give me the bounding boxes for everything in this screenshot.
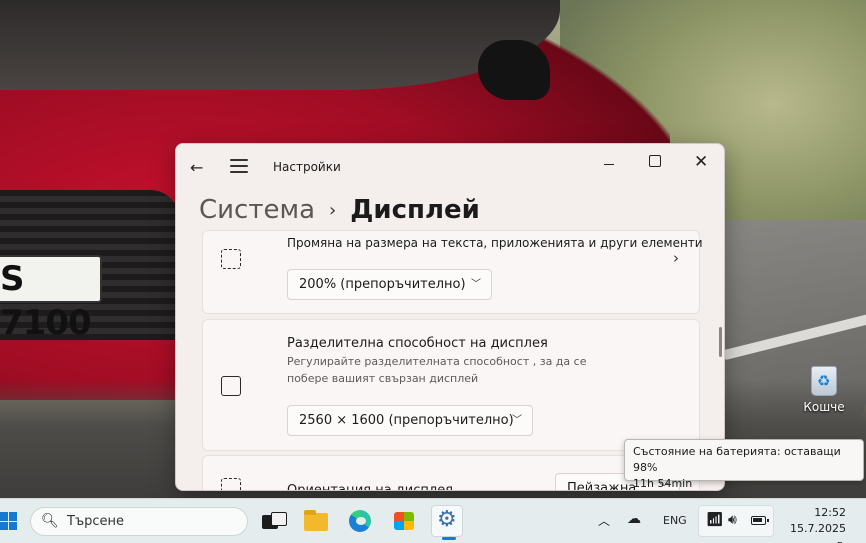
wifi-icon: 📶︎ — [706, 512, 724, 528]
scale-card[interactable]: Промяна на размера на текста, приложения… — [202, 230, 703, 314]
battery-icon — [751, 516, 769, 525]
taskbar: 🔍︎ Търсене ︿ ☁ ENG 📶︎ 🔊︎ 12:52 15.7.2025… — [0, 498, 866, 543]
battery-tooltip-line1: Състояние на батерията: оставащи 98% — [633, 445, 841, 474]
recycle-bin-icon — [811, 366, 837, 396]
breadcrumb-separator-icon: › — [329, 199, 337, 221]
chevron-down-icon: ﹀ — [512, 415, 522, 426]
window-title: Настройки — [273, 160, 341, 174]
back-arrow-icon[interactable]: ← — [190, 158, 210, 178]
resolution-card: Разделителна способност на дисплея Регул… — [202, 319, 700, 451]
orientation-card-title: Ориентация на дисплея — [287, 483, 454, 491]
scrollbar[interactable] — [719, 327, 722, 357]
orientation-dropdown-value: Пейзажна — [567, 481, 637, 491]
edge-browser-icon[interactable] — [344, 505, 376, 537]
minimize-button[interactable] — [602, 157, 618, 173]
windows-start-icon[interactable] — [0, 512, 17, 530]
orientation-icon — [221, 478, 241, 490]
wallpaper-license-plate: S 7100 — [0, 255, 102, 343]
show-hidden-icons-chevron-icon[interactable]: ︿ — [598, 512, 610, 529]
chevron-right-icon[interactable]: › — [673, 249, 679, 267]
settings-app-icon[interactable] — [431, 505, 463, 540]
volume-icon: 🔊︎ — [728, 512, 737, 528]
titlebar: ← Настройки ✕ — [176, 144, 724, 190]
battery-tooltip: Състояние на батерията: оставащи 98% 11h… — [624, 439, 864, 490]
resolution-dropdown[interactable]: 2560 × 1600 (препоръчително) ﹀ — [287, 405, 533, 436]
task-view-icon[interactable] — [257, 505, 289, 537]
taskbar-search[interactable]: 🔍︎ Търсене — [30, 507, 248, 536]
breadcrumb-parent[interactable]: Система — [199, 195, 315, 225]
language-indicator[interactable]: ENG — [663, 514, 687, 527]
resolution-card-description: Регулирайте разделителната способност , … — [287, 355, 587, 385]
search-placeholder: Търсене — [67, 514, 125, 529]
file-explorer-icon[interactable] — [300, 505, 332, 537]
recycle-bin-label: Кошче — [803, 400, 845, 414]
resolution-icon — [221, 376, 241, 396]
quick-settings-button[interactable]: 📶︎ 🔊︎ — [698, 505, 774, 537]
maximize-button[interactable] — [649, 155, 661, 167]
resolution-dropdown-value: 2560 × 1600 (препоръчително) — [299, 413, 514, 428]
recycle-bin[interactable]: Кошче — [800, 366, 848, 414]
wallpaper-car-mirror — [478, 40, 550, 100]
close-button[interactable]: ✕ — [694, 152, 708, 172]
clock-time: 12:52 — [814, 506, 846, 519]
search-icon: 🔍︎ — [41, 513, 59, 529]
breadcrumb: Система › Дисплей — [199, 190, 480, 230]
scale-icon — [221, 249, 241, 269]
scale-dropdown[interactable]: 200% (препоръчително) ﹀ — [287, 269, 492, 300]
microsoft-store-icon[interactable] — [388, 505, 420, 537]
taskbar-clock[interactable]: 12:52 15.7.2025 г. — [782, 505, 846, 543]
onedrive-offline-icon[interactable]: ☁ — [627, 511, 641, 527]
battery-tooltip-line2: 11h 54min — [633, 477, 693, 490]
scale-card-title: Промяна на размера на текста, приложения… — [287, 236, 703, 250]
hamburger-menu-icon[interactable] — [230, 159, 248, 173]
resolution-card-title: Разделителна способност на дисплея — [287, 336, 548, 351]
scale-dropdown-value: 200% (препоръчително) — [299, 277, 466, 292]
chevron-down-icon: ﹀ — [471, 279, 481, 290]
page-title: Дисплей — [350, 195, 480, 225]
clock-date: 15.7.2025 г. — [790, 522, 846, 543]
